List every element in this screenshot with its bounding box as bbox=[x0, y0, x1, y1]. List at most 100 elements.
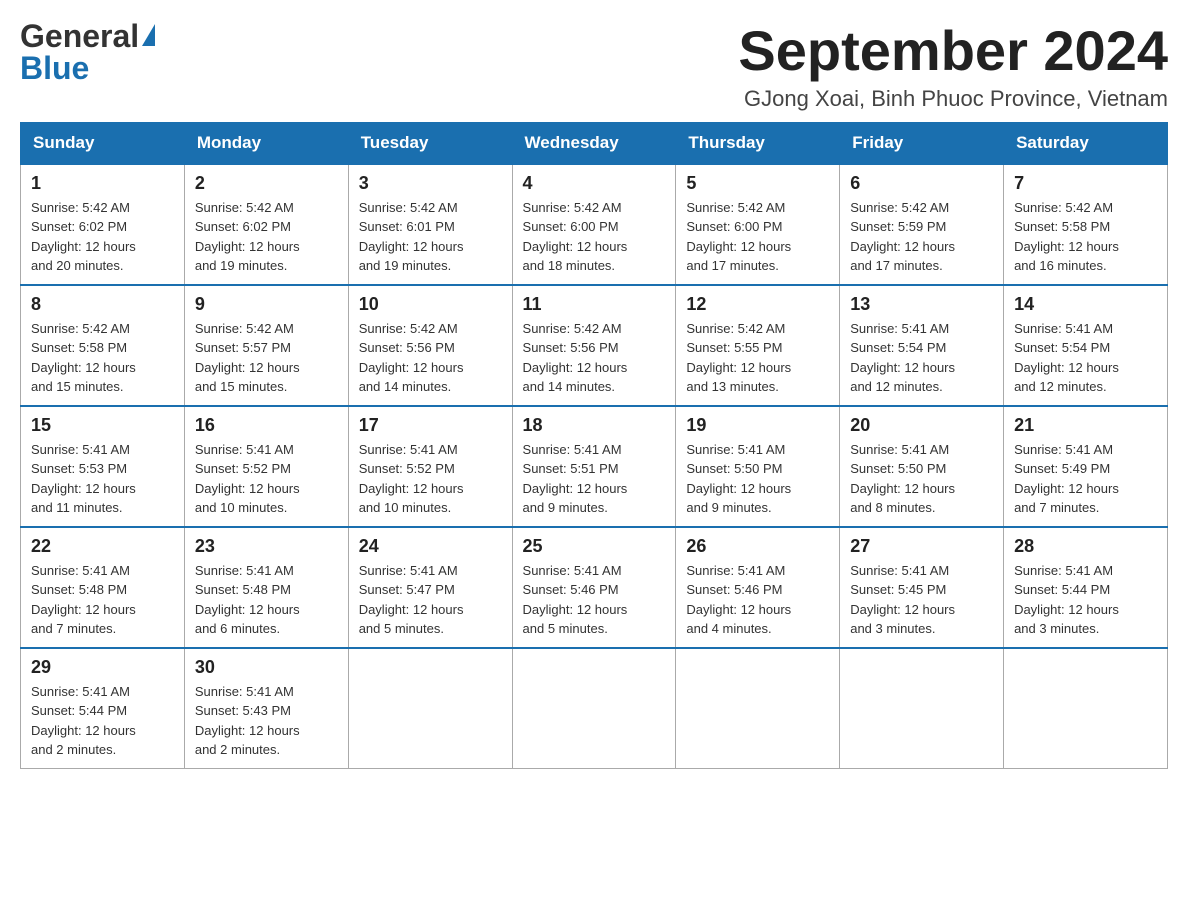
day-info-17: Sunrise: 5:41 AMSunset: 5:52 PMDaylight:… bbox=[359, 440, 502, 518]
day-cell-1: 1Sunrise: 5:42 AMSunset: 6:02 PMDaylight… bbox=[21, 164, 185, 285]
day-cell-6: 6Sunrise: 5:42 AMSunset: 5:59 PMDaylight… bbox=[840, 164, 1004, 285]
header-wednesday: Wednesday bbox=[512, 122, 676, 164]
header-monday: Monday bbox=[184, 122, 348, 164]
day-cell-12: 12 Sunrise: 5:42 AMSunset: 5:55 PMDayligh… bbox=[676, 285, 840, 406]
day-cell-23: 23 Sunrise: 5:41 AMSunset: 5:48 PMDayligh… bbox=[184, 527, 348, 648]
day-cell-11: 11 Sunrise: 5:42 AMSunset: 5:56 PMDayligh… bbox=[512, 285, 676, 406]
day-info-30: Sunrise: 5:41 AMSunset: 5:43 PMDaylight:… bbox=[195, 682, 338, 760]
day-cell-29: 29Sunrise: 5:41 AMSunset: 5:44 PMDayligh… bbox=[21, 648, 185, 769]
day-number-2: 2 bbox=[195, 173, 338, 194]
day-cell-18: 18 Sunrise: 5:41 AMSunset: 5:51 PMDayligh… bbox=[512, 406, 676, 527]
day-info-13: Sunrise: 5:41 AMSunset: 5:54 PMDaylight:… bbox=[850, 319, 993, 397]
day-number-16: 16 bbox=[195, 415, 338, 436]
day-number-23: 23 bbox=[195, 536, 338, 557]
day-info-23: Sunrise: 5:41 AMSunset: 5:48 PMDaylight:… bbox=[195, 561, 338, 639]
day-cell-27: 27 Sunrise: 5:41 AMSunset: 5:45 PMDayligh… bbox=[840, 527, 1004, 648]
day-cell-20: 20Sunrise: 5:41 AMSunset: 5:50 PMDayligh… bbox=[840, 406, 1004, 527]
day-cell-19: 19 Sunrise: 5:41 AMSunset: 5:50 PMDayligh… bbox=[676, 406, 840, 527]
logo-general: General bbox=[20, 20, 139, 52]
weekday-header-row: Sunday Monday Tuesday Wednesday Thursday… bbox=[21, 122, 1168, 164]
day-info-18: Sunrise: 5:41 AMSunset: 5:51 PMDaylight:… bbox=[523, 440, 666, 518]
day-info-5: Sunrise: 5:42 AMSunset: 6:00 PMDaylight:… bbox=[686, 198, 829, 276]
day-number-27: 27 bbox=[850, 536, 993, 557]
day-number-5: 5 bbox=[686, 173, 829, 194]
day-cell-8: 8 Sunrise: 5:42 AMSunset: 5:58 PMDaylight… bbox=[21, 285, 185, 406]
day-number-13: 13 bbox=[850, 294, 993, 315]
day-number-12: 12 bbox=[686, 294, 829, 315]
day-cell-16: 16 Sunrise: 5:41 AMSunset: 5:52 PMDayligh… bbox=[184, 406, 348, 527]
empty-cell bbox=[1004, 648, 1168, 769]
location-title: GJong Xoai, Binh Phuoc Province, Vietnam bbox=[738, 86, 1168, 112]
empty-cell bbox=[348, 648, 512, 769]
day-cell-28: 28 Sunrise: 5:41 AMSunset: 5:44 PMDayligh… bbox=[1004, 527, 1168, 648]
day-cell-21: 21 Sunrise: 5:41 AMSunset: 5:49 PMDayligh… bbox=[1004, 406, 1168, 527]
day-number-10: 10 bbox=[359, 294, 502, 315]
day-info-25: Sunrise: 5:41 AMSunset: 5:46 PMDaylight:… bbox=[523, 561, 666, 639]
day-number-11: 11 bbox=[523, 294, 666, 315]
empty-cell bbox=[676, 648, 840, 769]
day-cell-4: 4 Sunrise: 5:42 AMSunset: 6:00 PMDaylight… bbox=[512, 164, 676, 285]
day-info-12: Sunrise: 5:42 AMSunset: 5:55 PMDaylight:… bbox=[686, 319, 829, 397]
day-info-24: Sunrise: 5:41 AMSunset: 5:47 PMDaylight:… bbox=[359, 561, 502, 639]
day-info-7: Sunrise: 5:42 AMSunset: 5:58 PMDaylight:… bbox=[1014, 198, 1157, 276]
empty-cell bbox=[512, 648, 676, 769]
week-row-3: 15 Sunrise: 5:41 AMSunset: 5:53 PMDayligh… bbox=[21, 406, 1168, 527]
logo-triangle-icon bbox=[142, 24, 155, 46]
day-info-29: Sunrise: 5:41 AMSunset: 5:44 PMDaylight:… bbox=[31, 682, 174, 760]
header-tuesday: Tuesday bbox=[348, 122, 512, 164]
day-number-14: 14 bbox=[1014, 294, 1157, 315]
week-row-2: 8 Sunrise: 5:42 AMSunset: 5:58 PMDaylight… bbox=[21, 285, 1168, 406]
day-cell-14: 14Sunrise: 5:41 AMSunset: 5:54 PMDayligh… bbox=[1004, 285, 1168, 406]
day-info-21: Sunrise: 5:41 AMSunset: 5:49 PMDaylight:… bbox=[1014, 440, 1157, 518]
day-info-27: Sunrise: 5:41 AMSunset: 5:45 PMDaylight:… bbox=[850, 561, 993, 639]
day-info-8: Sunrise: 5:42 AMSunset: 5:58 PMDaylight:… bbox=[31, 319, 174, 397]
day-cell-24: 24 Sunrise: 5:41 AMSunset: 5:47 PMDayligh… bbox=[348, 527, 512, 648]
day-info-3: Sunrise: 5:42 AMSunset: 6:01 PMDaylight:… bbox=[359, 198, 502, 276]
day-number-20: 20 bbox=[850, 415, 993, 436]
day-number-28: 28 bbox=[1014, 536, 1157, 557]
day-number-19: 19 bbox=[686, 415, 829, 436]
day-cell-22: 22 Sunrise: 5:41 AMSunset: 5:48 PMDayligh… bbox=[21, 527, 185, 648]
title-area: September 2024 GJong Xoai, Binh Phuoc Pr… bbox=[738, 20, 1168, 112]
day-info-6: Sunrise: 5:42 AMSunset: 5:59 PMDaylight:… bbox=[850, 198, 993, 276]
day-info-10: Sunrise: 5:42 AMSunset: 5:56 PMDaylight:… bbox=[359, 319, 502, 397]
day-number-3: 3 bbox=[359, 173, 502, 194]
day-number-15: 15 bbox=[31, 415, 174, 436]
day-info-19: Sunrise: 5:41 AMSunset: 5:50 PMDaylight:… bbox=[686, 440, 829, 518]
day-cell-15: 15 Sunrise: 5:41 AMSunset: 5:53 PMDayligh… bbox=[21, 406, 185, 527]
day-info-11: Sunrise: 5:42 AMSunset: 5:56 PMDaylight:… bbox=[523, 319, 666, 397]
day-number-17: 17 bbox=[359, 415, 502, 436]
empty-cell bbox=[840, 648, 1004, 769]
day-cell-26: 26Sunrise: 5:41 AMSunset: 5:46 PMDayligh… bbox=[676, 527, 840, 648]
day-number-7: 7 bbox=[1014, 173, 1157, 194]
day-number-25: 25 bbox=[523, 536, 666, 557]
day-number-21: 21 bbox=[1014, 415, 1157, 436]
day-number-18: 18 bbox=[523, 415, 666, 436]
header-friday: Friday bbox=[840, 122, 1004, 164]
day-number-8: 8 bbox=[31, 294, 174, 315]
day-info-4: Sunrise: 5:42 AMSunset: 6:00 PMDaylight:… bbox=[523, 198, 666, 276]
day-info-16: Sunrise: 5:41 AMSunset: 5:52 PMDaylight:… bbox=[195, 440, 338, 518]
header-saturday: Saturday bbox=[1004, 122, 1168, 164]
day-cell-25: 25 Sunrise: 5:41 AMSunset: 5:46 PMDayligh… bbox=[512, 527, 676, 648]
day-info-28: Sunrise: 5:41 AMSunset: 5:44 PMDaylight:… bbox=[1014, 561, 1157, 639]
month-title: September 2024 bbox=[738, 20, 1168, 82]
week-row-4: 22 Sunrise: 5:41 AMSunset: 5:48 PMDayligh… bbox=[21, 527, 1168, 648]
day-cell-30: 30Sunrise: 5:41 AMSunset: 5:43 PMDayligh… bbox=[184, 648, 348, 769]
header-thursday: Thursday bbox=[676, 122, 840, 164]
logo: General Blue bbox=[20, 20, 155, 84]
day-number-9: 9 bbox=[195, 294, 338, 315]
day-cell-2: 2Sunrise: 5:42 AMSunset: 6:02 PMDaylight… bbox=[184, 164, 348, 285]
day-number-24: 24 bbox=[359, 536, 502, 557]
calendar-table: Sunday Monday Tuesday Wednesday Thursday… bbox=[20, 122, 1168, 769]
header-sunday: Sunday bbox=[21, 122, 185, 164]
week-row-5: 29Sunrise: 5:41 AMSunset: 5:44 PMDayligh… bbox=[21, 648, 1168, 769]
week-row-1: 1Sunrise: 5:42 AMSunset: 6:02 PMDaylight… bbox=[21, 164, 1168, 285]
day-info-9: Sunrise: 5:42 AMSunset: 5:57 PMDaylight:… bbox=[195, 319, 338, 397]
day-cell-3: 3 Sunrise: 5:42 AMSunset: 6:01 PMDaylight… bbox=[348, 164, 512, 285]
day-number-22: 22 bbox=[31, 536, 174, 557]
day-number-4: 4 bbox=[523, 173, 666, 194]
day-info-15: Sunrise: 5:41 AMSunset: 5:53 PMDaylight:… bbox=[31, 440, 174, 518]
day-cell-7: 7 Sunrise: 5:42 AMSunset: 5:58 PMDaylight… bbox=[1004, 164, 1168, 285]
day-info-22: Sunrise: 5:41 AMSunset: 5:48 PMDaylight:… bbox=[31, 561, 174, 639]
